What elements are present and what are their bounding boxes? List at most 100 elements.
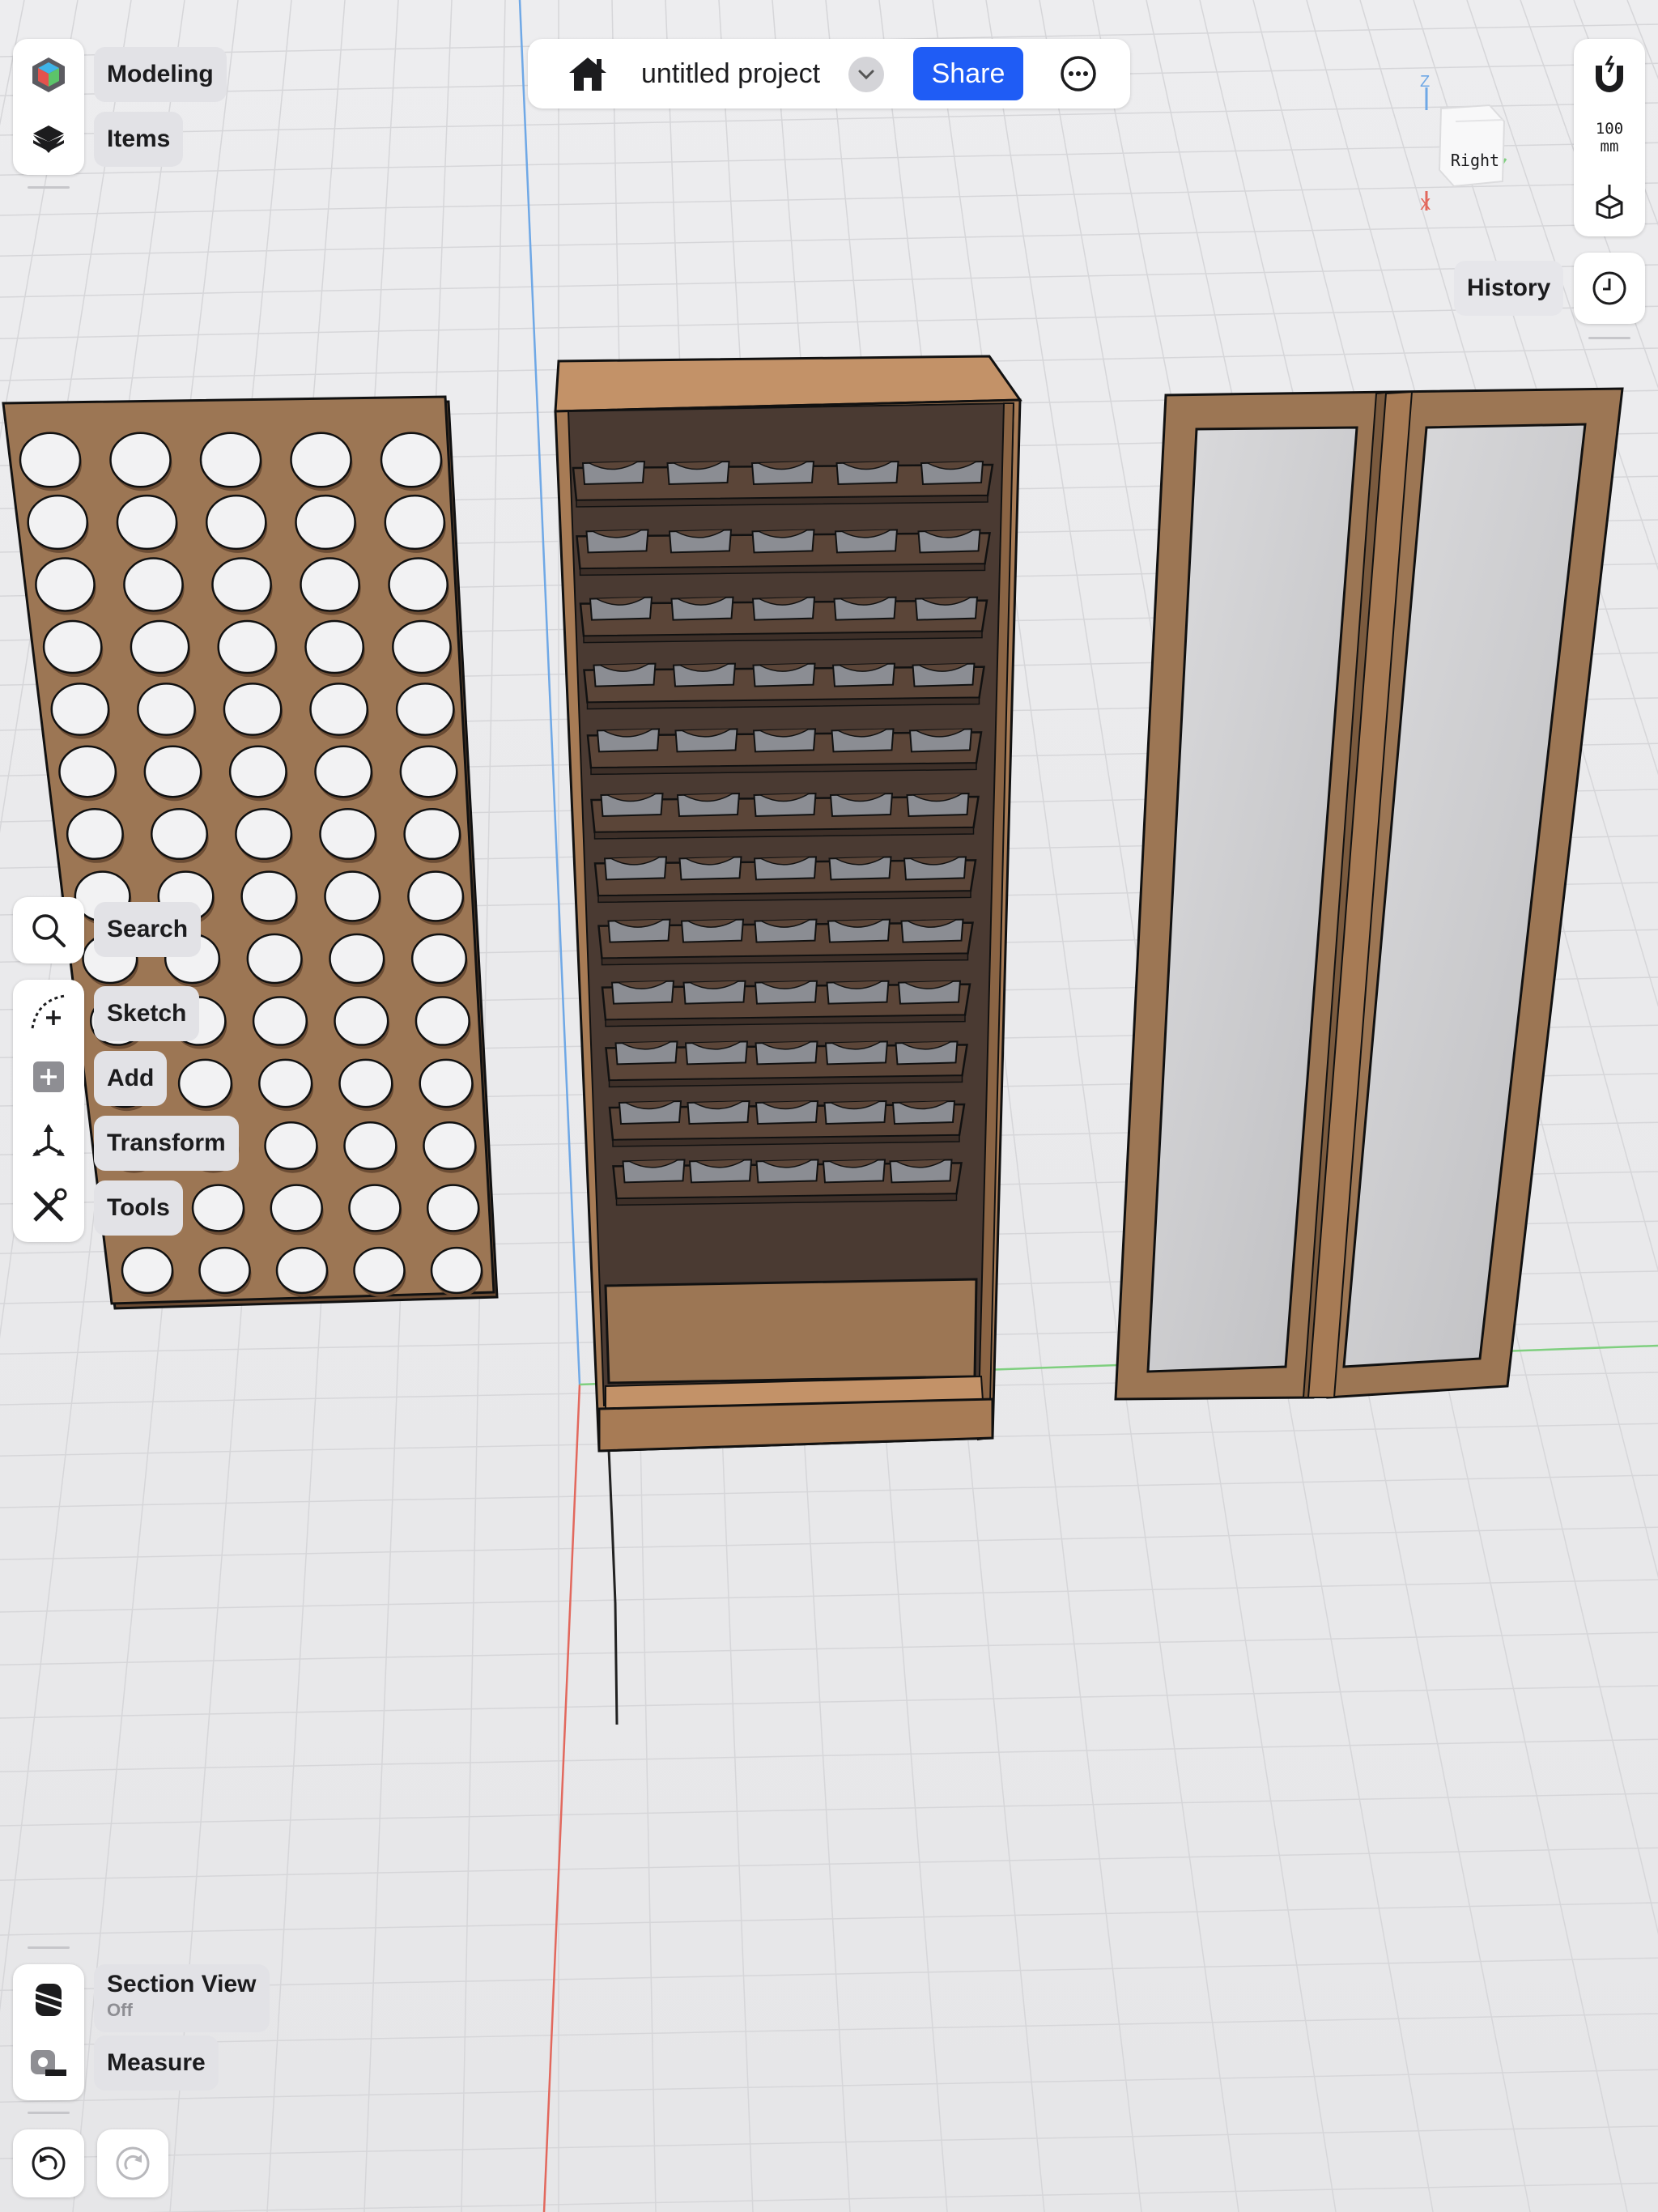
peg-hole [343, 1121, 397, 1170]
peg-hole [252, 996, 308, 1046]
section-view-label[interactable]: Section View Off [94, 1964, 270, 2032]
view-cube-z-label: Z [1420, 73, 1431, 91]
peg-hole [319, 807, 377, 861]
home-icon[interactable] [552, 41, 623, 106]
peg-hole [258, 1058, 313, 1108]
peg-hole [426, 1184, 480, 1232]
view-cube-face-label: Right [1450, 151, 1500, 170]
peg-hole [191, 1184, 245, 1232]
peg-hole [143, 745, 202, 798]
top-bar: untitled project Share [528, 39, 1130, 108]
peg-hole [198, 1246, 251, 1295]
peg-hole [130, 619, 190, 674]
peg-hole [423, 1121, 477, 1170]
peg-hole [151, 807, 208, 861]
peg-hole [116, 494, 178, 551]
peg-hole [205, 494, 267, 551]
peg-hole [270, 1184, 323, 1232]
project-title[interactable]: untitled project [641, 39, 820, 108]
peg-hole [300, 557, 360, 612]
peg-hole [228, 745, 287, 798]
undo-button[interactable] [13, 2129, 84, 2197]
peg-hole [309, 683, 369, 736]
measure-tape-icon[interactable] [13, 2032, 84, 2097]
redo-icon [97, 2131, 168, 2196]
peg-hole [240, 870, 298, 922]
history-button[interactable] [1574, 253, 1645, 324]
peg-hole [137, 683, 196, 736]
peg-hole [430, 1246, 483, 1295]
history-label[interactable]: History [1454, 261, 1564, 316]
peg-hole [66, 807, 124, 861]
add-plus-icon[interactable] [13, 1044, 84, 1109]
redo-button[interactable] [97, 2129, 168, 2197]
peg-hole [388, 557, 449, 612]
grid-scale-readout[interactable]: 100 mm [1574, 120, 1645, 155]
chevron-down-icon[interactable] [848, 57, 884, 92]
add-label[interactable]: Add [94, 1051, 168, 1106]
sketch-label[interactable]: Sketch [94, 986, 200, 1041]
peg-hole [27, 494, 89, 551]
peg-hole [410, 933, 468, 985]
items-label[interactable]: Items [94, 112, 184, 167]
peg-hole [35, 557, 96, 612]
peg-hole [338, 1058, 393, 1108]
right-top-panel: 100 mm [1574, 39, 1645, 236]
transform-move-icon[interactable] [13, 1109, 84, 1174]
peg-hole [395, 683, 455, 736]
share-button[interactable]: Share [913, 47, 1023, 100]
peg-hole [329, 933, 385, 985]
peg-hole [42, 619, 103, 674]
modeling-icon[interactable] [13, 42, 84, 107]
peg-hole [384, 494, 446, 551]
view-cube[interactable]: Z Right X [1409, 73, 1514, 219]
undo-icon [13, 2131, 84, 2196]
left-top-panel [13, 39, 84, 175]
peg-hole [121, 1246, 174, 1295]
peg-hole [199, 432, 262, 488]
left-top-divider [28, 186, 70, 189]
clock-icon [1574, 256, 1645, 321]
peg-hole [295, 494, 356, 551]
measure-label[interactable]: Measure [94, 2035, 219, 2091]
search-label[interactable]: Search [94, 902, 202, 957]
peg-hole [123, 557, 184, 612]
left-tools-panel [13, 980, 84, 1242]
tools-wrench-icon[interactable] [13, 1174, 84, 1239]
peg-hole [353, 1246, 406, 1295]
peg-hole [392, 619, 452, 674]
view-cube-x-label: X [1420, 196, 1431, 214]
peg-hole [403, 807, 461, 861]
axis-cube-icon[interactable] [1574, 168, 1645, 233]
right-divider [1588, 337, 1630, 339]
peg-hole [235, 807, 293, 861]
search-panel [13, 897, 84, 963]
sketch-curve-icon[interactable] [13, 980, 84, 1044]
peg-hole [217, 619, 278, 674]
cabinet-body [554, 355, 1022, 1453]
search-icon[interactable] [13, 898, 84, 963]
peg-hole [50, 683, 110, 736]
section-view-state: Off [107, 2000, 133, 2020]
more-options-icon[interactable] [1043, 41, 1114, 106]
peg-hole [223, 683, 283, 736]
bottom-divider-mid [28, 2112, 70, 2114]
transform-label[interactable]: Transform [94, 1116, 239, 1171]
peg-hole [407, 870, 465, 922]
peg-hole [290, 432, 352, 488]
bottom-divider-top [28, 1946, 70, 1949]
modeling-label[interactable]: Modeling [94, 47, 227, 102]
magnet-snap-icon[interactable] [1574, 42, 1645, 107]
peg-hole [211, 557, 272, 612]
tools-label[interactable]: Tools [94, 1180, 183, 1236]
grid-scale-unit: mm [1600, 138, 1619, 155]
modeling-viewport[interactable] [0, 0, 1658, 2212]
section-view-icon[interactable] [13, 1967, 84, 2032]
peg-hole [264, 1121, 318, 1170]
peg-hole [380, 432, 443, 488]
bottom-tools-panel [13, 1964, 84, 2100]
peg-hole [246, 933, 303, 985]
peg-hole [275, 1246, 329, 1295]
peg-hole [58, 745, 117, 798]
items-layers-icon[interactable] [13, 107, 84, 172]
